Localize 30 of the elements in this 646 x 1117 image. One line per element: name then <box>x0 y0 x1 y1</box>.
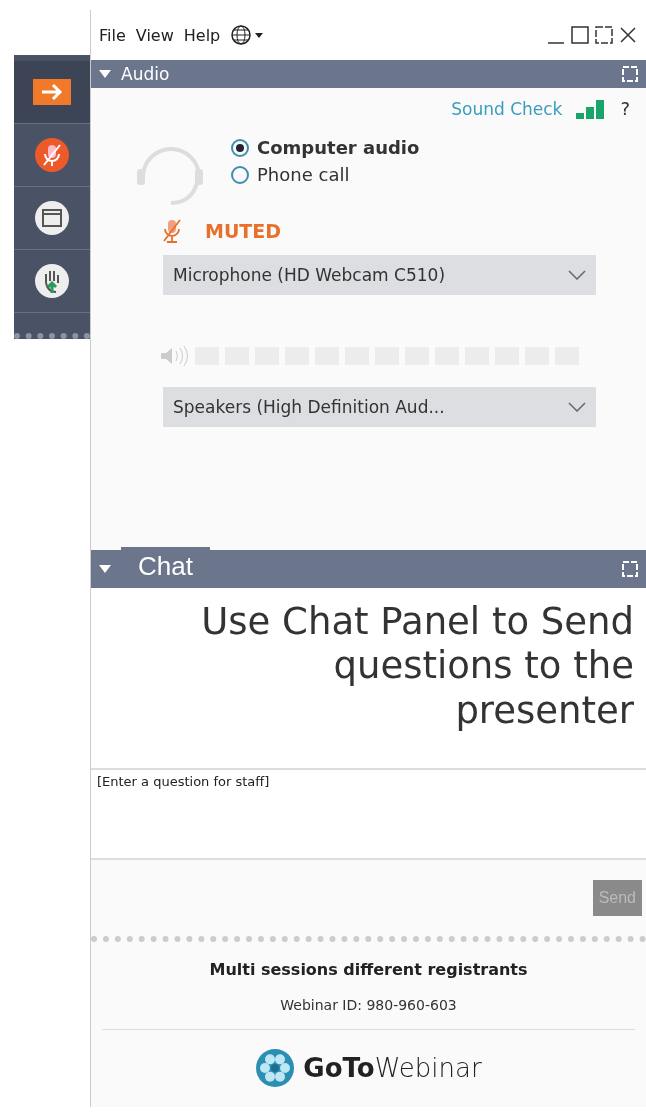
audio-option-radio[interactable]: Computer audio <box>231 137 420 158</box>
raised-hand-icon <box>34 263 70 299</box>
muted-microphone-icon <box>34 137 70 173</box>
muted-microphone-icon <box>163 219 181 243</box>
speaker-icon <box>159 345 189 367</box>
menu-item[interactable]: View <box>135 25 174 45</box>
microphone-dropdown[interactable]: Microphone (HD Webcam C510) <box>163 255 596 295</box>
chevron-down-icon <box>568 270 586 280</box>
flower-logo-icon <box>255 1048 296 1088</box>
close-icon[interactable] <box>618 25 638 45</box>
webinar-title: Multi sessions different registrants <box>209 960 528 979</box>
panel-title: Audio <box>121 64 170 84</box>
chevron-down-icon <box>568 402 586 412</box>
webinar-id: Webinar ID: 980-960-603 <box>102 997 635 1030</box>
speakers-dropdown[interactable]: Speakers (High Definition Aud... <box>163 387 596 427</box>
menu-item[interactable]: File <box>99 25 126 45</box>
help-icon[interactable]: ? <box>620 98 630 119</box>
audio-option-radio[interactable]: Phone call <box>231 164 420 185</box>
maximize-icon[interactable] <box>570 25 590 45</box>
chat-message: Use Chat Panel to Send questions to the presenter <box>91 588 646 768</box>
window-icon <box>34 200 70 236</box>
collapse-arrow-icon[interactable] <box>99 564 111 574</box>
collapse-arrow-icon[interactable] <box>99 69 111 79</box>
logo-text: GoToWebinar <box>303 1053 482 1083</box>
signal-bars-icon <box>576 98 607 119</box>
sidebar-button[interactable] <box>14 61 90 124</box>
menu-item[interactable]: Help <box>183 25 221 45</box>
pop-out-icon[interactable] <box>594 25 614 45</box>
mute-status: MUTED <box>205 220 282 242</box>
question-input-field[interactable]: [Enter a question for staff] <box>91 768 646 860</box>
